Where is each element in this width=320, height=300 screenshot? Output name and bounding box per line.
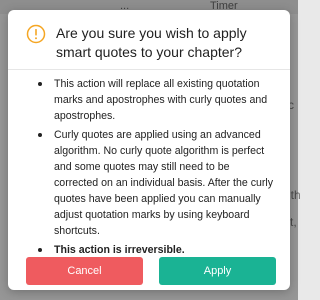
dialog-body: This action will replace all existing qu… (34, 76, 274, 261)
apply-button[interactable]: Apply (159, 257, 276, 285)
cancel-button[interactable]: Cancel (26, 257, 143, 285)
list-item: Curly quotes are applied using an advanc… (34, 127, 274, 239)
list-item-text: This action is irreversible. (54, 244, 185, 256)
dialog-title: Are you sure you wish to apply smart quo… (56, 25, 247, 60)
bullet-icon (38, 82, 42, 86)
list-item: This action is irreversible. (34, 242, 274, 258)
bullet-icon (38, 248, 42, 252)
header-divider (8, 69, 290, 70)
list-item-text: This action will replace all existing qu… (54, 78, 268, 122)
warning-list: This action will replace all existing qu… (34, 76, 274, 258)
bullet-icon (38, 133, 42, 137)
warning-circle-icon (26, 24, 46, 44)
list-item: This action will replace all existing qu… (34, 76, 274, 124)
list-item-text: Curly quotes are applied using an advanc… (54, 129, 274, 237)
smart-quotes-dialog: Are you sure you wish to apply smart quo… (8, 10, 290, 290)
dialog-footer: Cancel Apply (26, 257, 276, 285)
